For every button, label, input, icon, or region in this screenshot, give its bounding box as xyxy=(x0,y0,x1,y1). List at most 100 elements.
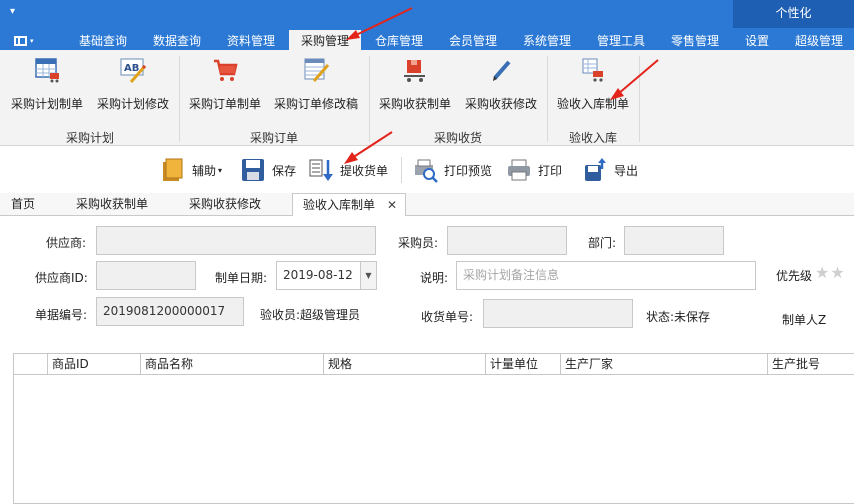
export-button[interactable]: 导出 xyxy=(582,155,638,185)
assist-label: 辅助 xyxy=(192,163,217,178)
button-label: 采购收获制单 xyxy=(378,97,451,111)
ribbon-group-title: 验收入库 xyxy=(568,131,617,145)
date-label: 制单日期: xyxy=(215,271,268,285)
ribbon-group-title: 采购计划 xyxy=(65,131,114,145)
purchase-plan-edit-button[interactable]: AB 采购计划修改 xyxy=(94,56,172,116)
menu-tab-data-query[interactable]: 数据查询 xyxy=(146,30,208,50)
pull-receipt-label: 提收货单 xyxy=(340,163,389,178)
toolbar: 辅助 ▾ 保存 提收货单 打印预览 打印 导出 xyxy=(0,147,854,191)
menu-tab-tools[interactable]: 管理工具 xyxy=(590,30,652,50)
grid-col-spec[interactable]: 规格 xyxy=(323,354,485,375)
status-label: 状态:未保存 xyxy=(646,310,711,324)
save-button[interactable]: 保存 xyxy=(240,155,296,185)
supplier-id-field[interactable] xyxy=(96,261,196,290)
inspector-label: 验收员:超级管理员 xyxy=(260,308,361,322)
ribbon-divider xyxy=(369,56,370,142)
ribbon-divider xyxy=(179,56,180,142)
table-edit-icon xyxy=(304,58,330,82)
print-label: 打印 xyxy=(538,163,563,178)
pencil-icon xyxy=(493,60,511,81)
ribbon-divider xyxy=(547,56,548,142)
doc-tab-home[interactable]: 首页 xyxy=(11,193,35,216)
app-menu-button[interactable]: ▾ xyxy=(14,34,46,48)
export-icon xyxy=(585,158,606,181)
pull-receipt-button[interactable]: 提收货单 xyxy=(308,155,388,185)
menu-tab-warehouse[interactable]: 仓库管理 xyxy=(368,30,430,50)
toolbar-divider xyxy=(401,157,402,183)
priority-label: 优先级 xyxy=(776,269,813,283)
chevron-down-icon: ▾ xyxy=(30,37,34,45)
svg-text:AB: AB xyxy=(124,63,139,74)
menu-tab-basic-query[interactable]: 基础查询 xyxy=(72,30,134,50)
buyer-label: 采购员: xyxy=(398,236,439,250)
maker-label: 制单人Z xyxy=(782,313,827,327)
receipt-no-field[interactable] xyxy=(483,299,633,328)
buyer-field[interactable] xyxy=(447,226,567,255)
purchase-order-edit-button[interactable]: 采购订单修改稿 xyxy=(270,56,362,116)
save-label: 保存 xyxy=(272,163,297,178)
close-icon[interactable]: ✕ xyxy=(387,198,397,212)
grid-col-product-name[interactable]: 商品名称 xyxy=(140,354,323,375)
date-picker[interactable]: 2019-08-12 ▼ xyxy=(276,261,377,290)
menu-tab-purchase[interactable]: 采购管理 xyxy=(289,30,361,50)
supplier-id-label: 供应商ID: xyxy=(35,271,88,285)
doc-no-field: 2019081200000017 xyxy=(96,297,244,326)
chevron-down-icon: ▾ xyxy=(218,165,223,175)
menu-tab-system[interactable]: 系统管理 xyxy=(516,30,578,50)
grid-col-unit[interactable]: 计量单位 xyxy=(485,354,560,375)
button-label: 采购订单制单 xyxy=(188,97,261,111)
grid-col-product-id[interactable]: 商品ID xyxy=(47,354,140,375)
app-menu-icon xyxy=(14,36,27,46)
date-value: 2019-08-12 xyxy=(283,268,353,282)
button-label: 采购订单修改稿 xyxy=(273,97,358,111)
note-input[interactable]: 采购计划备注信息 xyxy=(456,261,756,290)
menu-tab-member[interactable]: 会员管理 xyxy=(442,30,504,50)
doc-tab-inspection-storage[interactable]: 验收入库制单 ✕ xyxy=(292,193,406,217)
print-preview-label: 打印预览 xyxy=(444,163,493,178)
ribbon-group-title: 采购订单 xyxy=(249,131,298,145)
grid-col-manufacturer[interactable]: 生产厂家 xyxy=(560,354,767,375)
items-grid[interactable]: 商品ID 商品名称 规格 计量单位 生产厂家 生产批号 xyxy=(13,353,854,504)
menu-tab-settings[interactable]: 设置 xyxy=(740,30,774,50)
menu-tab-retail[interactable]: 零售管理 xyxy=(664,30,726,50)
ribbon: 采购计划制单 AB 采购计划修改 采购计划 采购订单制单 采购订单修改稿 采购订… xyxy=(0,50,854,146)
ribbon-divider xyxy=(639,56,640,142)
dept-field[interactable] xyxy=(624,226,724,255)
personalize-button[interactable]: 个性化 xyxy=(733,0,854,28)
print-button[interactable]: 打印 xyxy=(506,155,562,185)
grid-col-batch-no[interactable]: 生产批号 xyxy=(767,354,854,375)
supplier-label: 供应商: xyxy=(46,236,87,250)
shopping-cart-icon xyxy=(214,59,238,81)
books-icon xyxy=(163,158,183,181)
menu-bar: ▾ 个性化 ▾ 基础查询 数据查询 资料管理 采购管理 仓库管理 会员管理 系统… xyxy=(0,0,854,50)
print-preview-button[interactable]: 打印预览 xyxy=(412,155,492,185)
chevron-down-icon[interactable]: ▼ xyxy=(360,262,376,289)
document-tabs: 首页 采购收获制单 采购收获修改 验收入库制单 ✕ xyxy=(0,193,854,217)
box-cart-icon xyxy=(404,60,425,82)
save-icon xyxy=(242,159,264,181)
grid-header: 商品ID 商品名称 规格 计量单位 生产厂家 生产批号 xyxy=(14,354,854,375)
priority-rating[interactable]: ★★ xyxy=(815,263,846,282)
supplier-field[interactable] xyxy=(96,226,376,255)
calendar-cart-icon xyxy=(35,58,59,83)
doc-tab-receipt-edit[interactable]: 采购收获修改 xyxy=(189,193,261,216)
button-label: 采购计划修改 xyxy=(96,97,169,111)
import-list-icon xyxy=(309,159,333,181)
doc-tab-label: 验收入库制单 xyxy=(303,198,376,212)
print-preview-icon xyxy=(415,159,438,183)
purchase-plan-create-button[interactable]: 采购计划制单 xyxy=(8,56,86,116)
button-label: 验收入库制单 xyxy=(556,97,629,111)
purchase-receipt-create-button[interactable]: 采购收获制单 xyxy=(376,56,454,116)
doc-tab-receipt-create[interactable]: 采购收获制单 xyxy=(76,193,148,216)
quick-access-dropdown[interactable]: ▾ xyxy=(10,6,15,17)
purchase-order-create-button[interactable]: 采购订单制单 xyxy=(186,56,264,116)
inspection-storage-create-button[interactable]: 验收入库制单 xyxy=(554,56,632,116)
assist-button[interactable]: 辅助 ▾ xyxy=(160,155,222,185)
menu-tab-super-admin[interactable]: 超级管理 xyxy=(788,30,850,50)
status-value: 未保存 xyxy=(674,310,711,324)
export-label: 导出 xyxy=(614,163,639,178)
note-label: 说明: xyxy=(420,271,449,285)
menu-tab-data-management[interactable]: 资料管理 xyxy=(220,30,282,50)
button-label: 采购计划制单 xyxy=(10,97,83,111)
purchase-receipt-edit-button[interactable]: 采购收获修改 xyxy=(462,56,540,116)
